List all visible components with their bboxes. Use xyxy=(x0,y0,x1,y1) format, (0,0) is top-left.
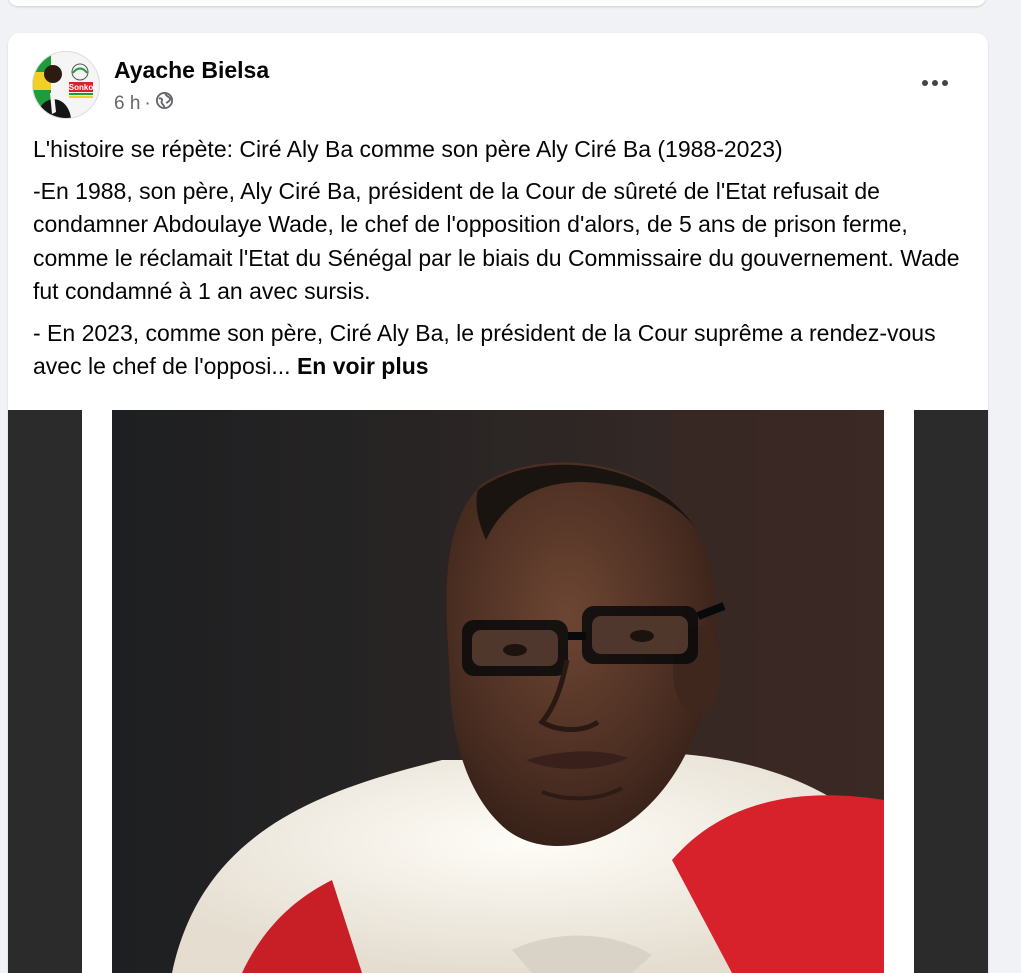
avatar-badge-text: Sonko xyxy=(69,83,94,92)
author-name[interactable]: Ayache Bielsa xyxy=(114,57,269,84)
previous-post-card xyxy=(8,0,986,6)
post-paragraph: -En 1988, son père, Aly Ciré Ba, préside… xyxy=(33,177,960,305)
post-paragraph: - En 2023, comme son père, Ciré Aly Ba, … xyxy=(33,317,973,384)
post-time[interactable]: 6 h xyxy=(114,93,140,115)
more-options-icon xyxy=(920,80,950,86)
more-options-button[interactable] xyxy=(914,65,956,101)
post-photo-container[interactable] xyxy=(8,410,988,973)
post-text: L'histoire se répète: Ciré Aly Ba comme … xyxy=(33,133,973,392)
photo-white-border xyxy=(82,410,914,973)
meta-separator: · xyxy=(144,92,151,114)
avatar-image: Sonko xyxy=(33,52,99,118)
post-paragraph-text: - En 2023, comme son père, Ciré Aly Ba, … xyxy=(33,319,936,380)
portrait-image xyxy=(112,410,884,973)
feed-post: Sonko Ayache Bielsa 6 h · L'histoire se … xyxy=(8,33,988,973)
author-avatar[interactable]: Sonko xyxy=(32,51,100,119)
post-meta: 6 h · xyxy=(114,91,174,116)
see-more-link[interactable]: En voir plus xyxy=(297,353,429,379)
globe-icon[interactable] xyxy=(155,91,174,116)
post-paragraph: L'histoire se répète: Ciré Aly Ba comme … xyxy=(33,136,783,162)
post-header: Sonko Ayache Bielsa 6 h · xyxy=(8,33,988,129)
post-photo[interactable] xyxy=(112,410,884,973)
